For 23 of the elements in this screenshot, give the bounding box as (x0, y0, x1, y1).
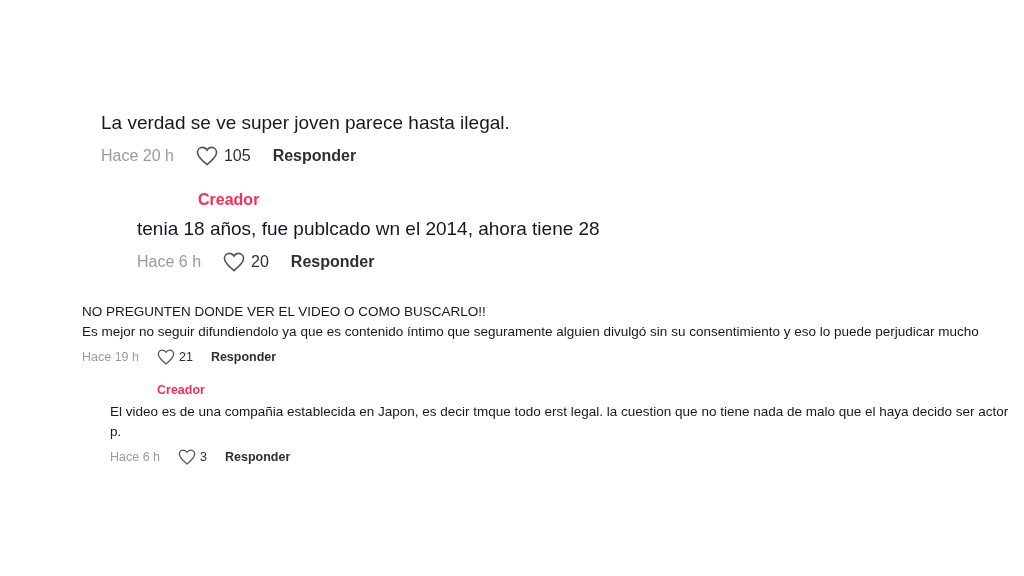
comment-time: Hace 6 h (137, 252, 202, 272)
like-count: 20 (251, 252, 269, 272)
comment-text: La verdad se ve super joven parece hasta ilegal. (101, 111, 511, 135)
heart-icon[interactable] (195, 146, 218, 166)
creator-label: Creador (157, 381, 206, 399)
reply-link[interactable]: Responder (210, 348, 277, 367)
comment-time: Hace 20 h (101, 146, 174, 166)
comment-text: NO PREGUNTEN DONDE VER EL VIDEO O COMO BUSCARLO!! (82, 303, 487, 321)
like-count: 21 (179, 349, 193, 366)
heart-icon[interactable] (157, 349, 175, 366)
comment-time: Hace 6 h (110, 448, 161, 466)
comment-time: Hace 19 h (82, 349, 139, 366)
comment-text: Es mejor no seguir difundiendolo ya que es contenido íntimo que seguramente alguien divulgó sin su consentimiento y eso lo puede perjudicar mucho (82, 323, 980, 341)
like-count: 3 (200, 448, 207, 466)
like-count: 105 (223, 146, 251, 166)
comment-text: tenia 18 años, fue publcado wn el 2014, ahora tiene 28 (137, 217, 601, 241)
heart-icon[interactable] (178, 448, 197, 465)
reply-link[interactable]: Responder (290, 250, 375, 274)
creator-label: Creador (198, 190, 261, 210)
heart-icon[interactable] (223, 252, 246, 272)
reply-link[interactable]: Responder (272, 144, 357, 168)
reply-link[interactable]: Responder (225, 447, 291, 467)
comment-text: El video es de una compañia establecida en Japon, es decir tmque todo erst legal. la cuestion que no tiene nada de malo que el haya decido ser actor p. (110, 402, 1010, 441)
